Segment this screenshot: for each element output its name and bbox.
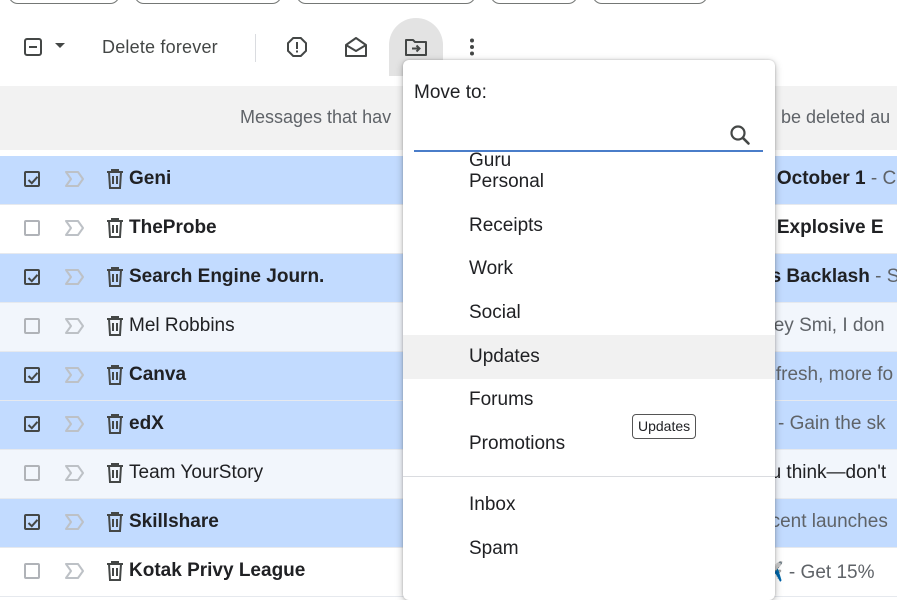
email-snippet: n Explosive E (760, 217, 884, 238)
email-sender: Kotak Privy League (129, 560, 306, 581)
filter-chip[interactable] (8, 0, 120, 4)
importance-marker-icon[interactable] (64, 415, 86, 433)
hover-tooltip: Updates (632, 414, 697, 439)
menu-item-social[interactable]: Social (403, 291, 775, 335)
row-checkbox[interactable] (24, 416, 40, 432)
row-checkbox[interactable] (24, 318, 40, 334)
importance-marker-icon[interactable] (64, 219, 86, 237)
check-icon (27, 372, 39, 381)
filter-chip[interactable] (296, 0, 476, 4)
check-icon (27, 519, 39, 528)
trash-icon (107, 267, 123, 287)
caret-down-icon (55, 43, 65, 48)
email-sender: Skillshare (129, 511, 219, 532)
label-list: Guru Personal Receipts Work Social Updat… (403, 152, 775, 600)
trash-icon (107, 463, 123, 483)
menu-item-receipts[interactable]: Receipts (403, 204, 775, 248)
mark-as-read-button[interactable] (343, 34, 369, 60)
row-checkbox[interactable] (24, 514, 40, 530)
trash-icon (107, 561, 123, 581)
row-checkbox[interactable] (24, 220, 40, 236)
menu-item-inbox[interactable]: Inbox (403, 483, 775, 527)
importance-marker-icon[interactable] (64, 170, 86, 188)
importance-marker-icon[interactable] (64, 317, 86, 335)
email-snippet: ✈️ - Get 15% (760, 562, 875, 583)
toolbar-divider (255, 34, 256, 62)
row-checkbox[interactable] (24, 465, 40, 481)
menu-item-updates[interactable]: Updates (403, 335, 775, 379)
email-sender: Geni (129, 168, 172, 189)
email-sender: Canva (129, 364, 187, 385)
more-actions-button[interactable] (460, 34, 484, 60)
trash-icon (107, 316, 123, 336)
banner-text-left: Messages that hav (240, 107, 392, 127)
row-checkbox[interactable] (24, 171, 40, 187)
email-snippet: n fresh, more fo (760, 364, 894, 385)
trash-icon (107, 512, 123, 532)
email-snippet: ou think—don't (760, 462, 887, 483)
email-sender: edX (129, 413, 164, 434)
email-snippet: X - Gain the sk (760, 413, 886, 434)
banner-text-right: be deleted au (781, 107, 891, 127)
trash-icon (107, 169, 123, 189)
email-snippet: ecent launches (760, 511, 888, 532)
check-icon (27, 421, 39, 430)
partial-checkbox-icon (24, 38, 42, 56)
label-search-input[interactable] (414, 118, 763, 152)
importance-marker-icon[interactable] (64, 513, 86, 531)
menu-item-promotions[interactable]: Promotions (403, 422, 775, 466)
trash-icon (107, 218, 123, 238)
check-icon (27, 274, 39, 283)
filter-chip[interactable] (490, 0, 578, 4)
menu-item-spam[interactable]: Spam (403, 527, 775, 571)
select-all-checkbox[interactable] (20, 34, 46, 60)
email-sender: Search Engine Journ. (129, 266, 325, 287)
move-to-folder-icon (405, 39, 427, 56)
open-envelope-icon (345, 37, 367, 57)
trash-icon (107, 365, 123, 385)
email-snippet: n October 1 - C (760, 168, 897, 189)
more-vert-icon (470, 38, 474, 56)
row-checkbox[interactable] (24, 269, 40, 285)
report-spam-button[interactable] (284, 34, 310, 60)
menu-item-work[interactable]: Work (403, 247, 775, 291)
menu-item-forums[interactable]: Forums (403, 378, 775, 422)
trash-icon (107, 414, 123, 434)
menu-item-personal[interactable]: Personal (403, 160, 775, 204)
email-sender: Mel Robbins (129, 315, 235, 336)
filter-chip[interactable] (134, 0, 282, 4)
importance-marker-icon[interactable] (64, 464, 86, 482)
row-checkbox[interactable] (24, 367, 40, 383)
importance-marker-icon[interactable] (64, 562, 86, 580)
row-checkbox[interactable] (24, 563, 40, 579)
email-sender: TheProbe (129, 217, 217, 238)
filter-chip[interactable] (592, 0, 708, 4)
report-spam-icon (287, 37, 307, 57)
importance-marker-icon[interactable] (64, 366, 86, 384)
check-icon (27, 176, 39, 185)
menu-title: Move to: (414, 82, 487, 103)
menu-divider (403, 476, 775, 477)
delete-forever-button[interactable]: Delete forever (102, 34, 218, 60)
email-snippet: ks Backlash - Se (760, 266, 897, 287)
email-sender: Team YourStory (129, 462, 264, 483)
select-dropdown-button[interactable] (52, 38, 68, 54)
move-to-menu: Move to: Guru Personal Receipts Work Soc… (403, 60, 775, 600)
search-icon[interactable] (729, 124, 751, 146)
filter-chip-row (0, 0, 897, 4)
importance-marker-icon[interactable] (64, 268, 86, 286)
email-snippet: Hey Smi, I don (760, 315, 885, 336)
